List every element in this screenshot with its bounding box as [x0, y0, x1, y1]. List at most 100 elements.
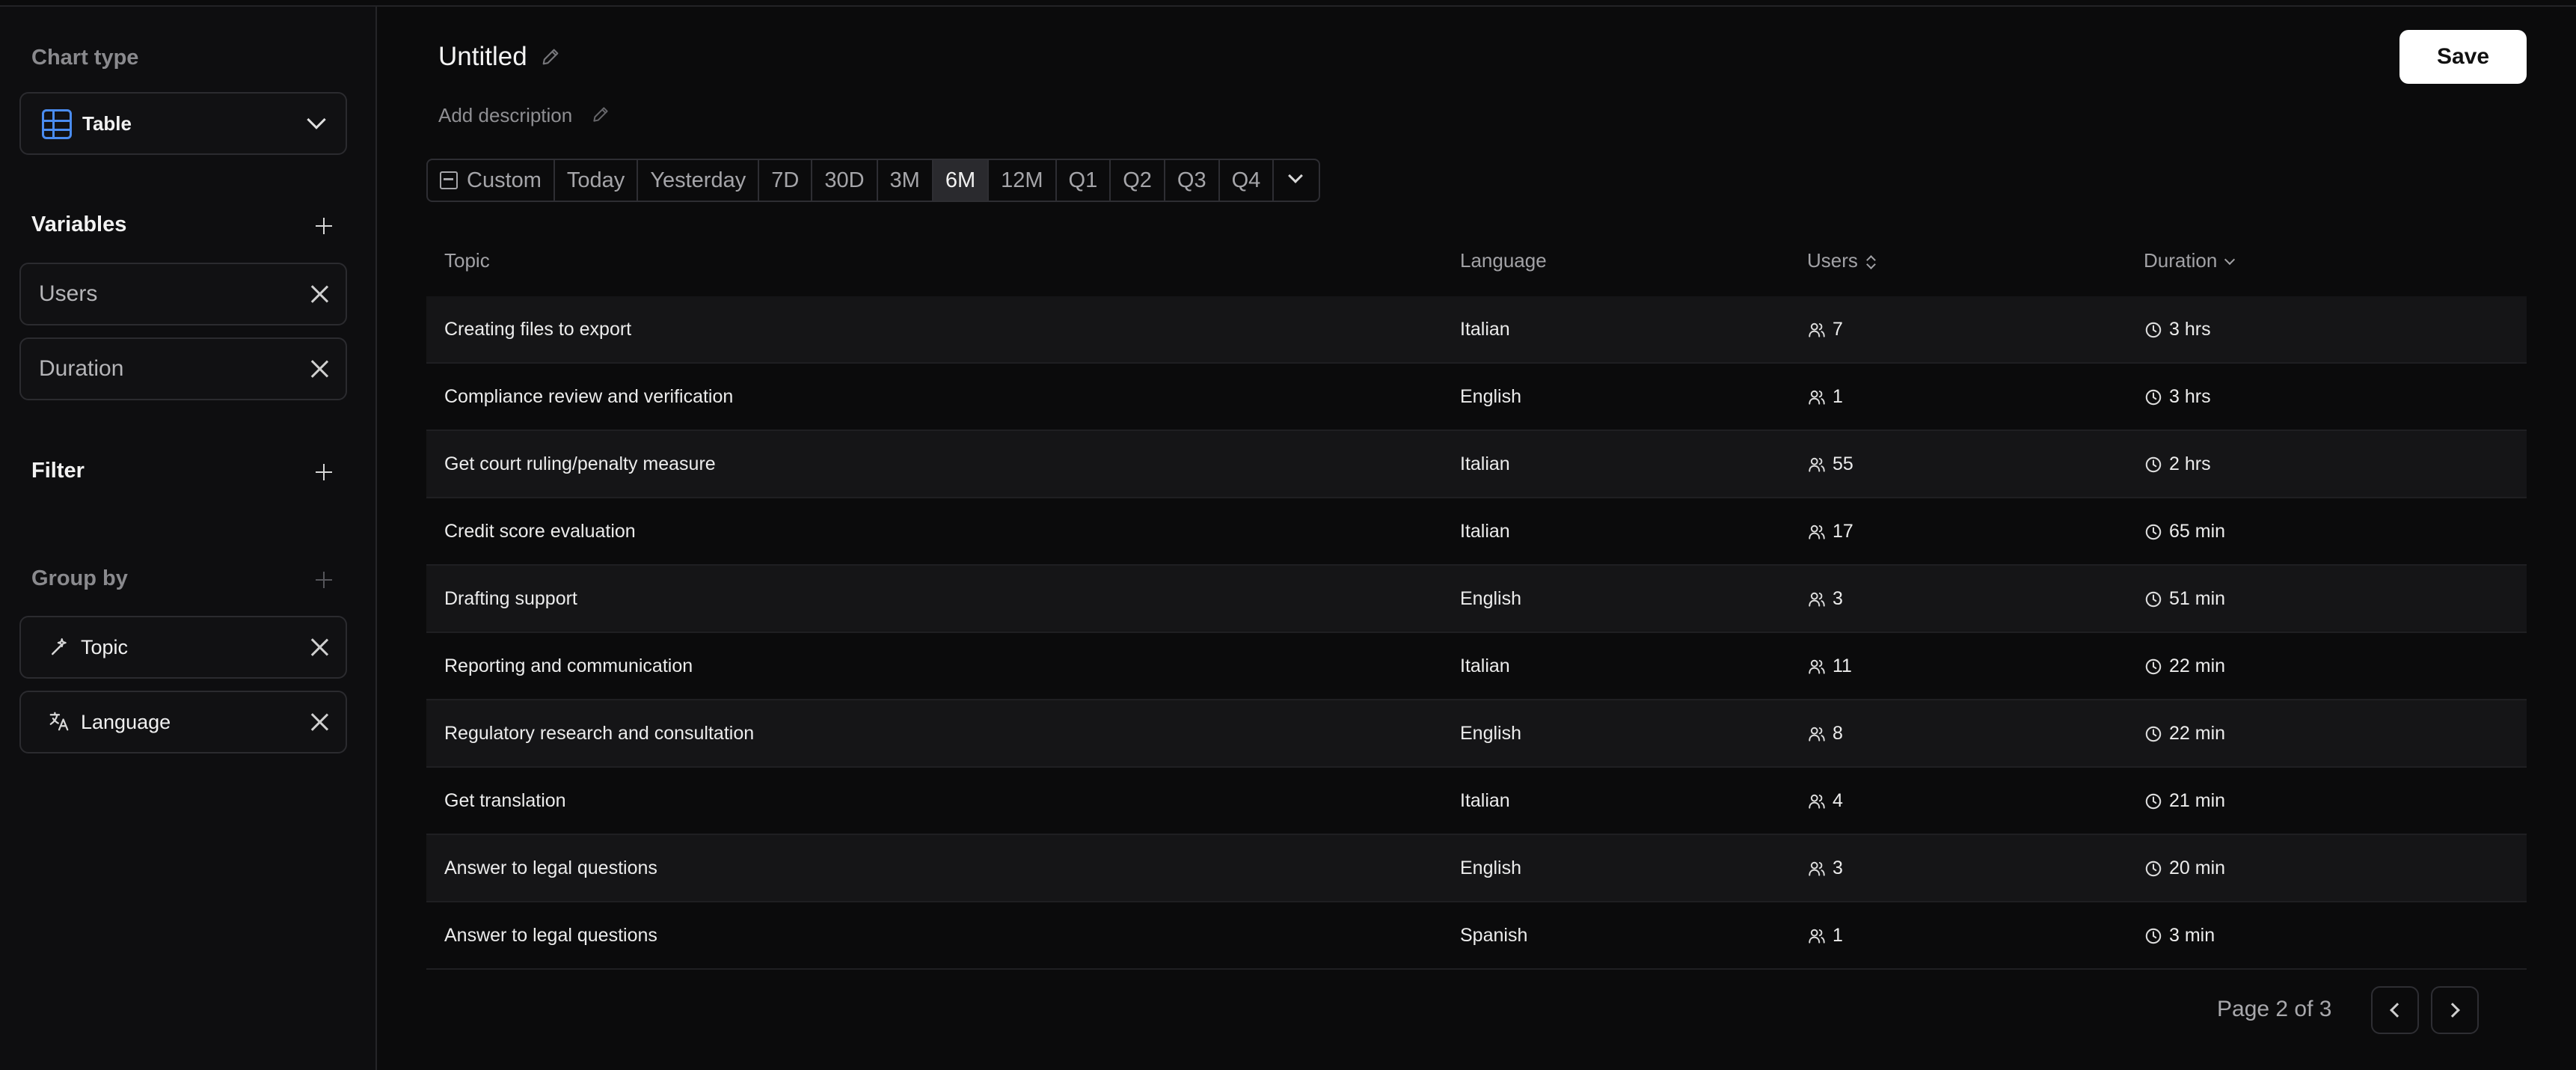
table-row[interactable]: Creating files to export Italian 7 3 hrs — [426, 296, 2527, 364]
cell-duration-value: 22 min — [2169, 655, 2226, 676]
table-header: Topic Language Users Duration — [426, 230, 2527, 296]
date-range-q3[interactable]: Q3 — [1165, 160, 1220, 201]
clock-icon — [2145, 524, 2162, 540]
date-range-q2[interactable]: Q2 — [1111, 160, 1165, 201]
date-range-yesterday[interactable]: Yesterday — [638, 160, 760, 201]
cell-topic: Get court ruling/penalty measure — [444, 453, 716, 474]
table-row[interactable]: Get translation Italian 4 21 min — [426, 768, 2527, 835]
date-range-q1[interactable]: Q1 — [1057, 160, 1111, 201]
description-placeholder[interactable]: Add description — [438, 104, 572, 127]
date-range-6m[interactable]: 6M — [933, 160, 990, 201]
cell-users: 4 — [1807, 768, 1843, 834]
chevron-left-icon — [2390, 1003, 2405, 1018]
cell-duration-value: 51 min — [2169, 588, 2226, 609]
table-body: Creating files to export Italian 7 3 hrs Com… — [426, 296, 2527, 970]
edit-description-icon[interactable] — [591, 105, 610, 124]
page-title[interactable]: Untitled — [438, 42, 527, 72]
group-by-item-topic[interactable]: Topic — [19, 616, 347, 679]
cell-users: 3 — [1807, 835, 1843, 901]
clock-icon — [2145, 860, 2162, 877]
cell-duration: 22 min — [2144, 633, 2225, 699]
cell-topic: Get translation — [444, 790, 566, 811]
table-row[interactable]: Credit score evaluation Italian 17 65 min — [426, 498, 2527, 566]
close-icon[interactable] — [310, 712, 329, 732]
column-header-duration[interactable]: Duration — [2144, 230, 2236, 290]
cell-topic: Creating files to export — [444, 319, 632, 340]
date-range-today[interactable]: Today — [555, 160, 639, 201]
add-variable-button[interactable] — [313, 215, 335, 237]
close-icon[interactable] — [310, 359, 329, 379]
table-row[interactable]: Regulatory research and consultation Engl… — [426, 700, 2527, 768]
table-row[interactable]: Compliance review and verification Englis… — [426, 364, 2527, 431]
date-range-3m[interactable]: 3M — [878, 160, 933, 201]
variable-item-duration[interactable]: Duration — [19, 337, 347, 400]
variable-item-users[interactable]: Users — [19, 263, 347, 325]
cell-duration: 65 min — [2144, 498, 2225, 564]
clock-icon — [2145, 928, 2162, 944]
close-icon[interactable] — [310, 284, 329, 304]
cell-topic: Regulatory research and consultation — [444, 723, 755, 744]
save-button[interactable]: Save — [2399, 30, 2527, 84]
users-icon — [1809, 929, 1825, 944]
date-range-custom[interactable]: Custom — [428, 160, 555, 201]
date-range-7d[interactable]: 7D — [759, 160, 813, 201]
date-range-q4[interactable]: Q4 — [1220, 160, 1275, 201]
wand-icon — [52, 638, 67, 655]
cell-topic: Answer to legal questions — [444, 925, 657, 946]
cell-users: 1 — [1807, 364, 1843, 429]
clock-icon — [2145, 726, 2162, 742]
cell-users: 7 — [1807, 296, 1843, 362]
clock-icon — [2145, 658, 2162, 675]
table-row[interactable]: Answer to legal questions Spanish 1 3 min — [426, 902, 2527, 970]
cell-language: Italian — [1460, 319, 1510, 340]
translate-icon — [49, 712, 69, 731]
chart-type-value: Table — [82, 112, 132, 135]
clock-icon — [2145, 591, 2162, 608]
add-group-by-button[interactable] — [313, 569, 335, 591]
users-icon — [1809, 794, 1825, 809]
table-row[interactable]: Answer to legal questions English 3 20 min — [426, 835, 2527, 902]
cell-topic: Answer to legal questions — [444, 857, 657, 878]
cell-users-value: 11 — [1833, 655, 1852, 676]
edit-title-icon[interactable] — [540, 46, 561, 67]
cell-duration: 51 min — [2144, 566, 2225, 632]
table-row[interactable]: Reporting and communication Italian 11 22 m… — [426, 633, 2527, 700]
table-row[interactable]: Drafting support English 3 51 min — [426, 566, 2527, 633]
users-icon — [1809, 659, 1825, 674]
users-icon — [1809, 592, 1825, 607]
chart-type-select[interactable]: Table — [19, 92, 347, 155]
cell-users-value: 1 — [1833, 925, 1843, 946]
users-icon — [1809, 727, 1825, 742]
cell-language: English — [1460, 588, 1521, 609]
cell-users: 11 — [1807, 633, 1852, 699]
column-header-users[interactable]: Users — [1807, 230, 1876, 290]
table-row[interactable]: Get court ruling/penalty measure Italian 5… — [426, 431, 2527, 498]
add-filter-button[interactable] — [313, 461, 335, 483]
previous-page-button[interactable] — [2371, 986, 2419, 1034]
variable-label: Users — [39, 281, 98, 306]
cell-users-value: 1 — [1833, 386, 1843, 407]
cell-duration-value: 20 min — [2169, 857, 2226, 878]
cell-users: 1 — [1807, 902, 1843, 968]
column-header-topic: Topic — [444, 249, 490, 272]
date-range-custom-label: Custom — [467, 168, 542, 192]
cell-duration-value: 22 min — [2169, 723, 2226, 744]
cell-duration-value: 3 hrs — [2169, 386, 2211, 407]
pagination-text: Page 2 of 3 — [2217, 997, 2332, 1021]
date-range-more-button[interactable] — [1274, 160, 1319, 201]
variables-title: Variables — [31, 213, 127, 236]
cell-duration: 2 hrs — [2144, 431, 2211, 497]
next-page-button[interactable] — [2431, 986, 2479, 1034]
sidebar: Chart type Table Variables Users Duratio… — [0, 7, 377, 1070]
users-icon — [1809, 322, 1825, 337]
column-header-duration-label: Duration — [2144, 249, 2218, 272]
cell-language: English — [1460, 386, 1521, 407]
cell-users-value: 3 — [1833, 588, 1843, 609]
close-icon[interactable] — [310, 638, 329, 657]
sort-desc-icon — [2224, 254, 2236, 266]
group-by-item-language[interactable]: Language — [19, 691, 347, 753]
filter-title: Filter — [31, 459, 85, 483]
date-range-30d[interactable]: 30D — [812, 160, 878, 201]
date-range-12m[interactable]: 12M — [989, 160, 1057, 201]
cell-users: 55 — [1807, 431, 1853, 497]
